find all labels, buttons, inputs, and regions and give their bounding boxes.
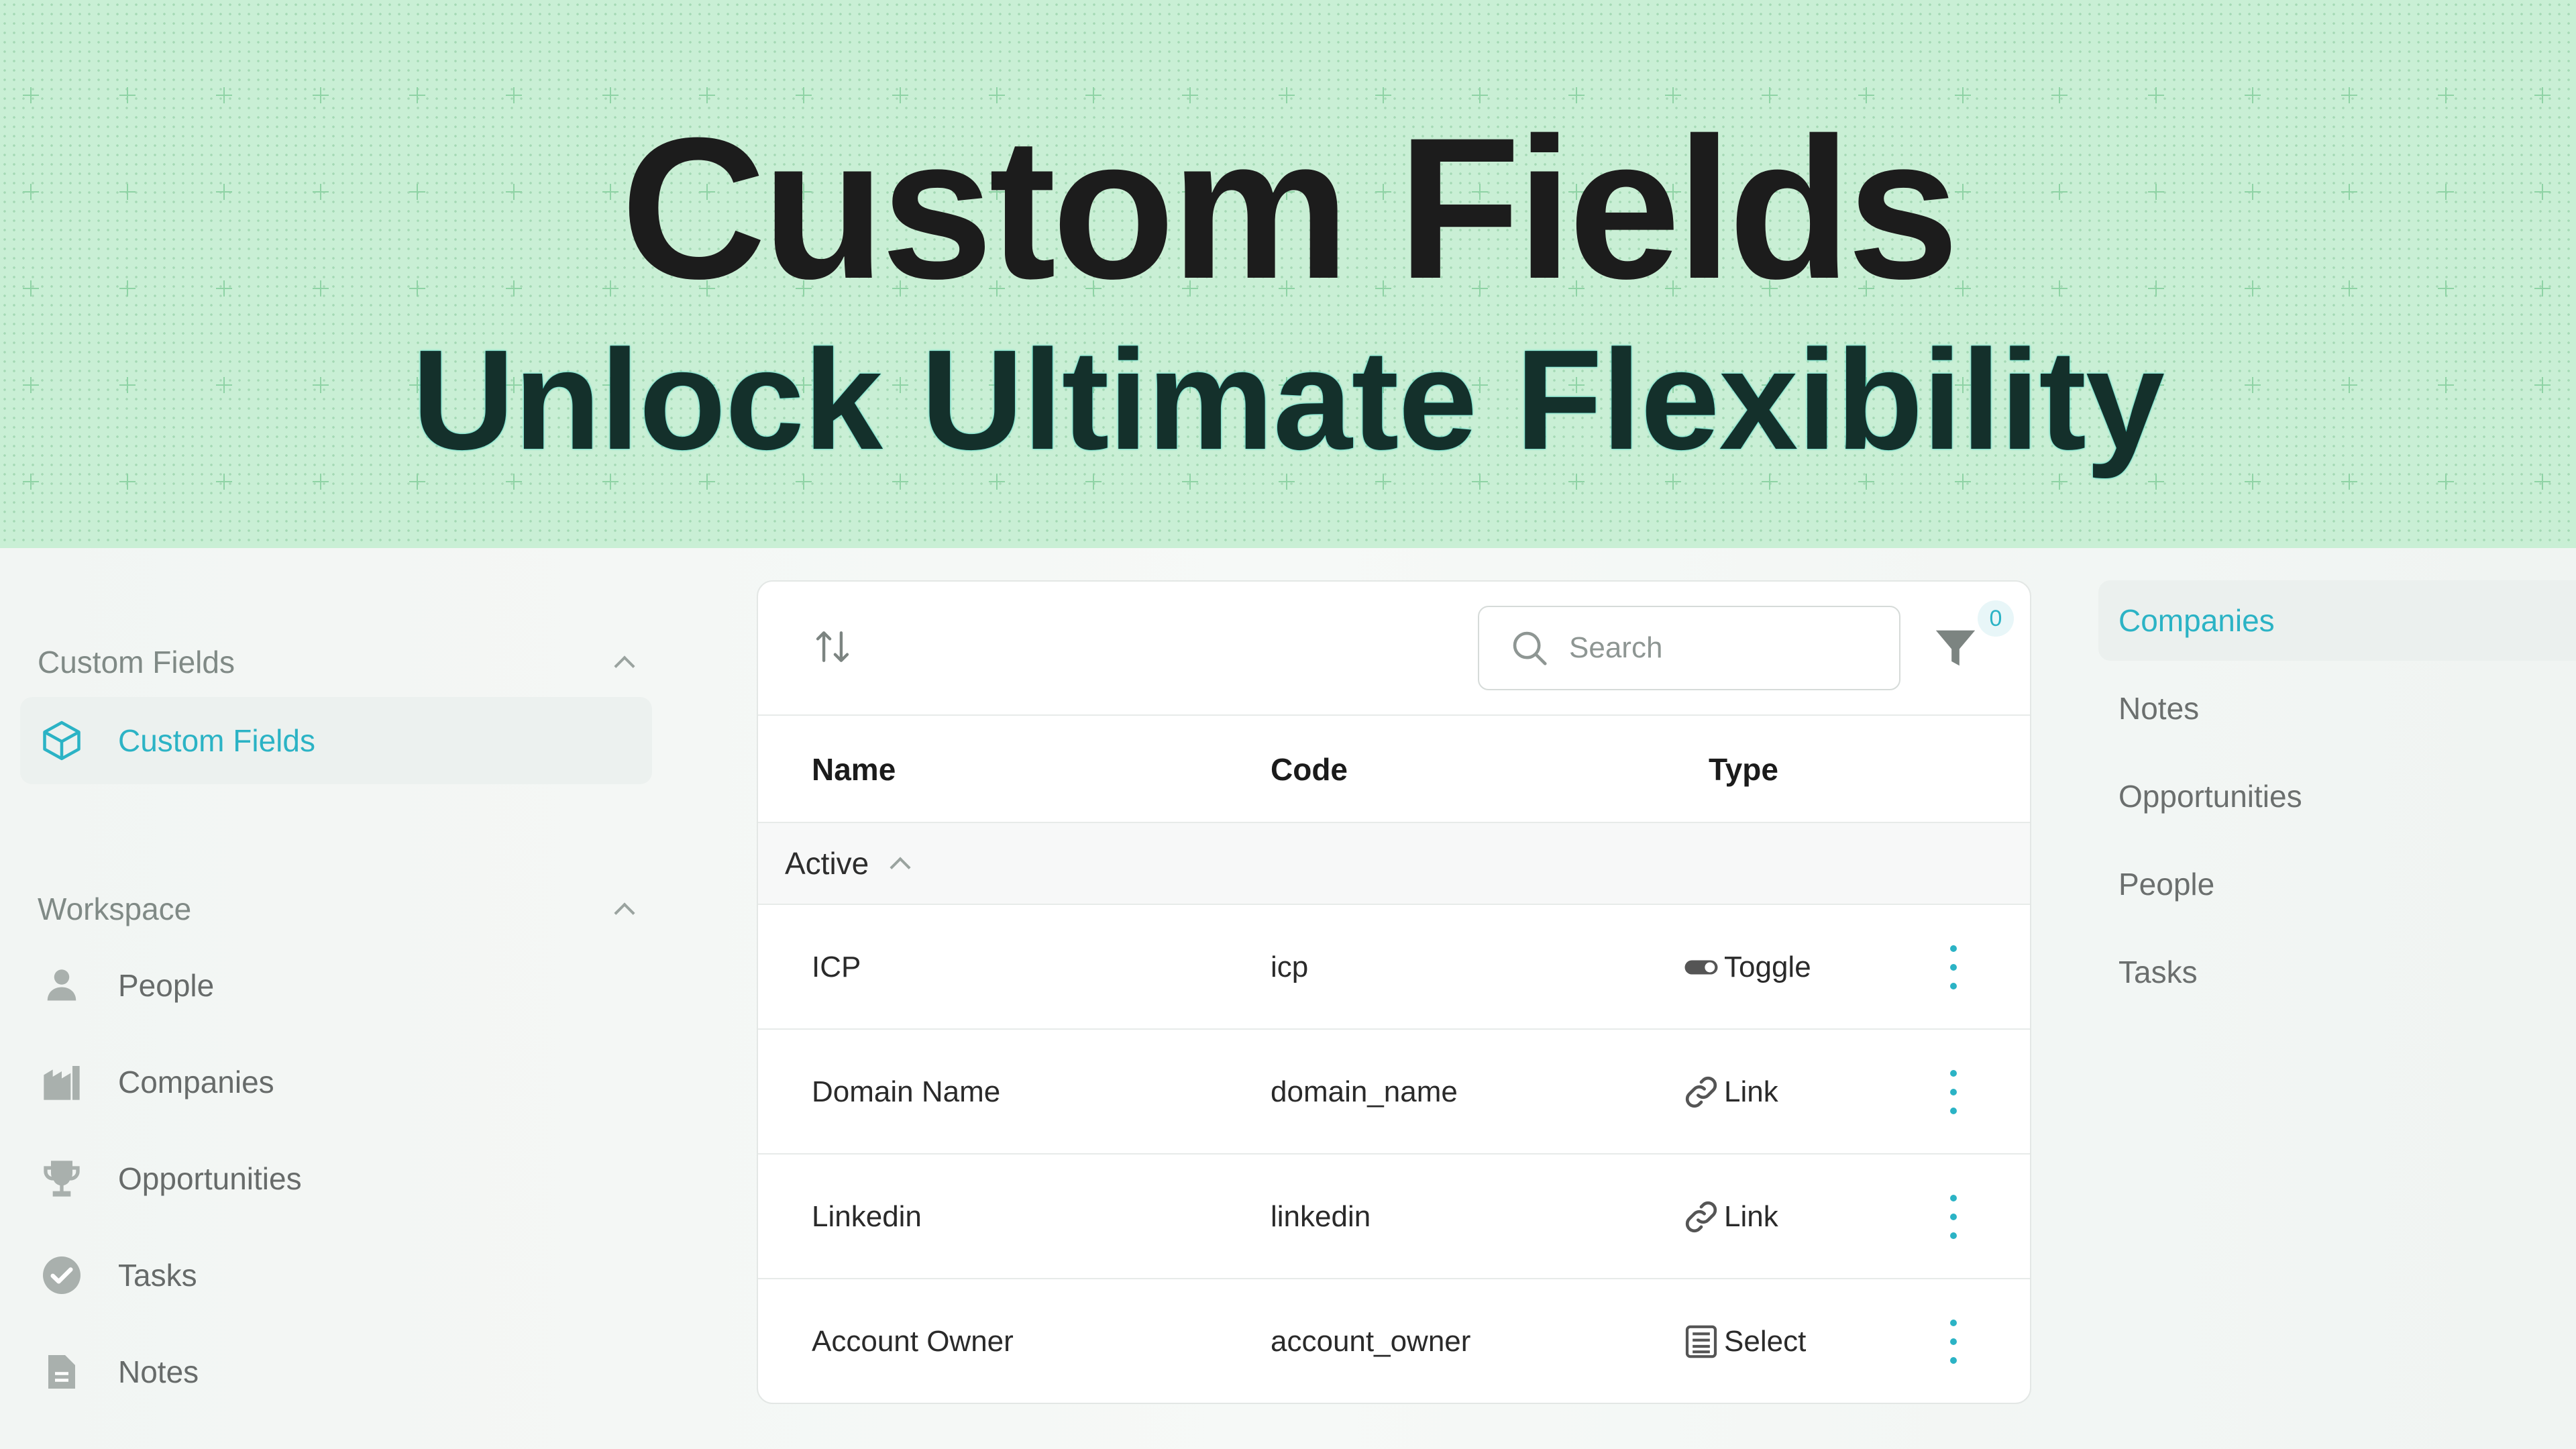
cube-icon [39, 718, 85, 763]
table-row[interactable]: ICP icp Toggle [758, 905, 2030, 1030]
sidebar-item-opportunities[interactable]: Opportunities [20, 1135, 652, 1222]
app-screen: Custom Fields Custom Fields Workspace Pe… [0, 548, 2576, 1449]
field-name: ICP [812, 951, 861, 983]
field-type-label: Link [1724, 1200, 1778, 1233]
sidebar-section-label: Workspace [38, 892, 192, 926]
field-name: Linkedin [812, 1200, 922, 1233]
sort-icon[interactable] [812, 626, 853, 667]
plus-decoration [119, 87, 136, 103]
object-nav-item-companies[interactable]: Companies [2098, 580, 2576, 661]
search-placeholder: Search [1569, 631, 1663, 664]
table-row[interactable]: Linkedin linkedin Link [758, 1155, 2030, 1279]
sidebar-item-people[interactable]: People [20, 942, 652, 1029]
plus-decoration [2534, 474, 2551, 490]
sidebar-item-custom-fields[interactable]: Custom Fields [20, 697, 652, 784]
plus-decoration [2438, 474, 2454, 490]
sidebar-item-label: Custom Fields [118, 723, 315, 758]
field-code: linkedin [1271, 1200, 1371, 1233]
field-code: icp [1271, 951, 1309, 983]
field-type-label: Link [1724, 1075, 1778, 1108]
sidebar-item-label: Companies [118, 1065, 274, 1099]
field-code: domain_name [1271, 1075, 1458, 1108]
table-row[interactable]: Domain Name domain_name Link [758, 1030, 2030, 1155]
object-nav-item-tasks[interactable]: Tasks [2098, 932, 2576, 1012]
plus-decoration [2148, 87, 2164, 103]
plus-decoration [2245, 474, 2261, 490]
plus-decoration [602, 87, 619, 103]
plus-decoration [216, 87, 232, 103]
plus-decoration [23, 87, 39, 103]
table-row[interactable]: Account Owner account_owner Select [758, 1279, 2030, 1403]
plus-decoration [2051, 87, 2068, 103]
filter-count-badge: 0 [1978, 600, 2014, 637]
sidebar-item-label: Opportunities [118, 1161, 302, 1196]
plus-decoration [313, 474, 329, 490]
plus-decoration [506, 87, 522, 103]
sidebar-item-companies[interactable]: Companies [20, 1038, 652, 1126]
document-icon [39, 1349, 85, 1395]
filter-icon[interactable] [1932, 625, 1979, 672]
chevron-up-icon[interactable] [612, 651, 635, 674]
hero-banner: Custom Fields Unlock Ultimate Flexibilit… [0, 0, 2576, 548]
field-type: Link [1682, 1155, 1778, 1279]
field-name: Domain Name [812, 1075, 1001, 1108]
plus-decoration [409, 87, 425, 103]
object-nav-item-opportunities[interactable]: Opportunities [2098, 756, 2576, 837]
field-code: account_owner [1271, 1325, 1471, 1358]
trophy-icon [39, 1156, 85, 1201]
plus-decoration [216, 474, 232, 490]
search-icon [1513, 631, 1547, 665]
link-icon [1682, 1073, 1720, 1111]
row-menu-icon[interactable] [1945, 1195, 1962, 1239]
field-type: Select [1682, 1279, 1807, 1403]
sidebar-item-label: Tasks [118, 1258, 197, 1293]
custom-fields-table-card: Search 0 Name Code Type Active ICP icp T… [757, 580, 2031, 1404]
plus-decoration [2341, 474, 2357, 490]
column-header-name[interactable]: Name [812, 716, 896, 823]
person-icon [39, 963, 85, 1008]
plus-decoration [119, 474, 136, 490]
sidebar-item-tasks[interactable]: Tasks [20, 1232, 652, 1319]
plus-decoration [2438, 87, 2454, 103]
table-toolbar: Search 0 [758, 582, 2030, 716]
building-icon [39, 1059, 85, 1105]
field-type-label: Select [1724, 1325, 1807, 1358]
group-header-active[interactable]: Active [758, 823, 2030, 905]
table-header: Name Code Type [758, 716, 2030, 823]
plus-decoration [2245, 87, 2261, 103]
plus-decoration [1955, 87, 1971, 103]
toggle-icon [1682, 949, 1720, 986]
row-menu-icon[interactable] [1945, 1070, 1962, 1114]
object-nav-item-notes[interactable]: Notes [2098, 668, 2576, 749]
column-header-code[interactable]: Code [1271, 716, 1348, 823]
plus-decoration [2341, 87, 2357, 103]
chevron-up-icon[interactable] [888, 852, 910, 875]
field-name: Account Owner [812, 1325, 1014, 1358]
column-header-type[interactable]: Type [1709, 716, 1778, 823]
sidebar-item-label: Notes [118, 1354, 199, 1389]
settings-sidebar: Custom Fields Custom Fields Workspace Pe… [0, 548, 671, 1449]
sidebar-section-custom-fields[interactable]: Custom Fields [38, 642, 635, 682]
row-menu-icon[interactable] [1945, 945, 1962, 989]
plus-decoration [23, 474, 39, 490]
search-input[interactable]: Search [1478, 606, 1900, 690]
field-type-label: Toggle [1724, 951, 1811, 983]
chevron-up-icon[interactable] [612, 898, 635, 920]
link-icon [1682, 1198, 1720, 1236]
check-circle-icon [39, 1252, 85, 1298]
sidebar-item-label: People [118, 968, 215, 1003]
sidebar-section-workspace[interactable]: Workspace [38, 889, 635, 929]
sidebar-section-label: Custom Fields [38, 645, 235, 680]
row-menu-icon[interactable] [1945, 1320, 1962, 1364]
sidebar-item-notes[interactable]: Notes [20, 1328, 652, 1415]
hero-subtitle: Unlock Ultimate Flexibility [412, 320, 2165, 479]
plus-decoration [2534, 87, 2551, 103]
field-type: Link [1682, 1030, 1778, 1155]
hero-title: Custom Fields [621, 95, 1960, 321]
group-label: Active [785, 846, 869, 881]
object-nav-item-people[interactable]: People [2098, 844, 2576, 924]
plus-decoration [313, 87, 329, 103]
field-type: Toggle [1682, 905, 1811, 1030]
select-icon [1682, 1323, 1720, 1360]
